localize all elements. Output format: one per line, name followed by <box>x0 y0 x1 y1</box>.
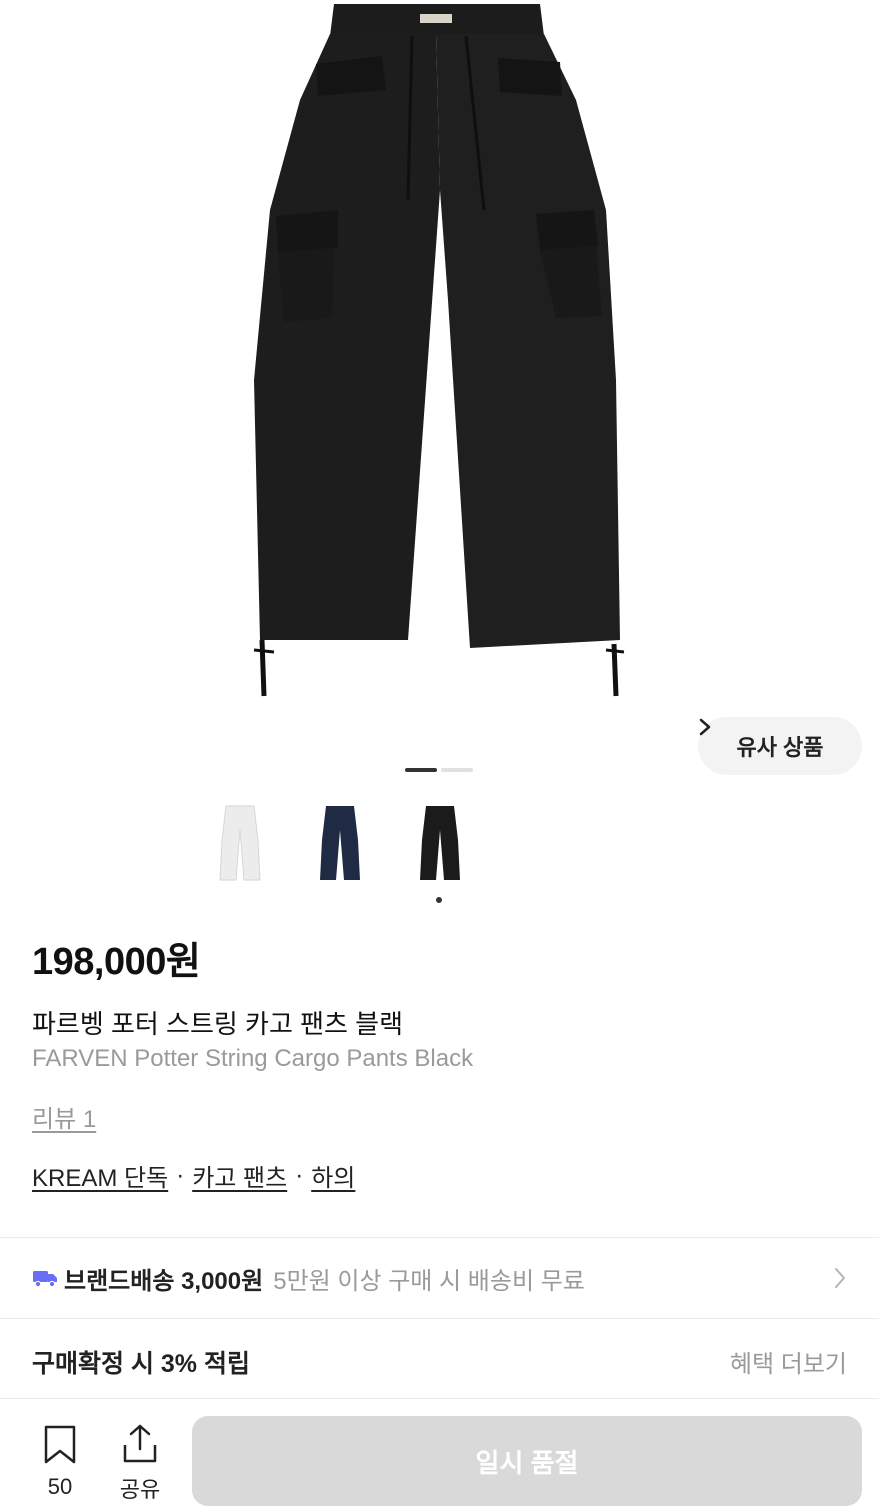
share-label: 공유 <box>119 1477 161 1502</box>
truck-icon <box>33 1271 57 1288</box>
thumbnail-white[interactable] <box>200 800 280 886</box>
product-image[interactable]: 유사 상품 <box>0 0 879 775</box>
similar-products-label: 유사 상품 <box>736 735 824 760</box>
tag-separator: · <box>295 1161 304 1189</box>
product-name-english: FARVEN Potter String Cargo Pants Black <box>32 1045 474 1072</box>
product-name-korean: 파르벵 포터 스트링 카고 팬츠 블랙 <box>32 1009 403 1039</box>
share-button[interactable]: 공유 <box>118 1423 162 1504</box>
shipping-fee: 브랜드배송 3,000원 <box>64 1267 264 1295</box>
tag-category[interactable]: 카고 팬츠 <box>192 1158 287 1193</box>
pager-dot <box>441 768 473 772</box>
navy-pants-thumbnail <box>320 806 360 880</box>
review-link[interactable]: 리뷰 1 <box>32 1099 96 1134</box>
sold-out-button[interactable]: 일시 품절 <box>192 1416 862 1506</box>
product-price: 198,000원 <box>32 941 201 983</box>
bookmark-button[interactable]: 50 <box>40 1425 80 1500</box>
color-thumbnails <box>0 800 879 890</box>
black-pants-thumbnail <box>420 806 460 880</box>
shipping-note: 5만원 이상 구매 시 배송비 무료 <box>273 1267 585 1295</box>
tag-bottoms[interactable]: 하의 <box>311 1158 355 1193</box>
product-tags: KREAM 단독 · 카고 팬츠 · 하의 <box>32 1158 355 1193</box>
tag-separator: · <box>176 1161 185 1189</box>
image-pager <box>405 768 473 772</box>
divider <box>0 1237 879 1238</box>
tag-exclusive[interactable]: KREAM 단독 <box>32 1158 168 1193</box>
thumbnail-black[interactable] <box>400 800 480 886</box>
points-row: 구매확정 시 3% 적립 혜택 더보기 <box>32 1340 847 1380</box>
thumbnail-navy[interactable] <box>300 800 380 886</box>
similar-products-button[interactable]: 유사 상품 <box>698 717 862 775</box>
shipping-info-row[interactable]: 브랜드배송 3,000원 5만원 이상 구매 시 배송비 무료 <box>32 1258 847 1298</box>
chevron-right-icon <box>699 718 711 736</box>
bookmark-count: 50 <box>47 1474 73 1499</box>
bottom-action-bar: 50 공유 일시 품절 <box>0 1398 879 1506</box>
chevron-right-icon <box>835 1268 845 1288</box>
share-icon <box>123 1424 157 1463</box>
points-label: 구매확정 시 3% 적립 <box>32 1350 250 1378</box>
white-pants-thumbnail <box>219 805 261 881</box>
divider <box>0 1318 879 1319</box>
selected-thumbnail-indicator <box>436 897 442 903</box>
pager-dot-active <box>405 768 437 772</box>
bookmark-icon <box>44 1425 76 1464</box>
pants-illustration <box>253 4 625 697</box>
benefits-more-link[interactable]: 혜택 더보기 <box>730 1344 847 1379</box>
